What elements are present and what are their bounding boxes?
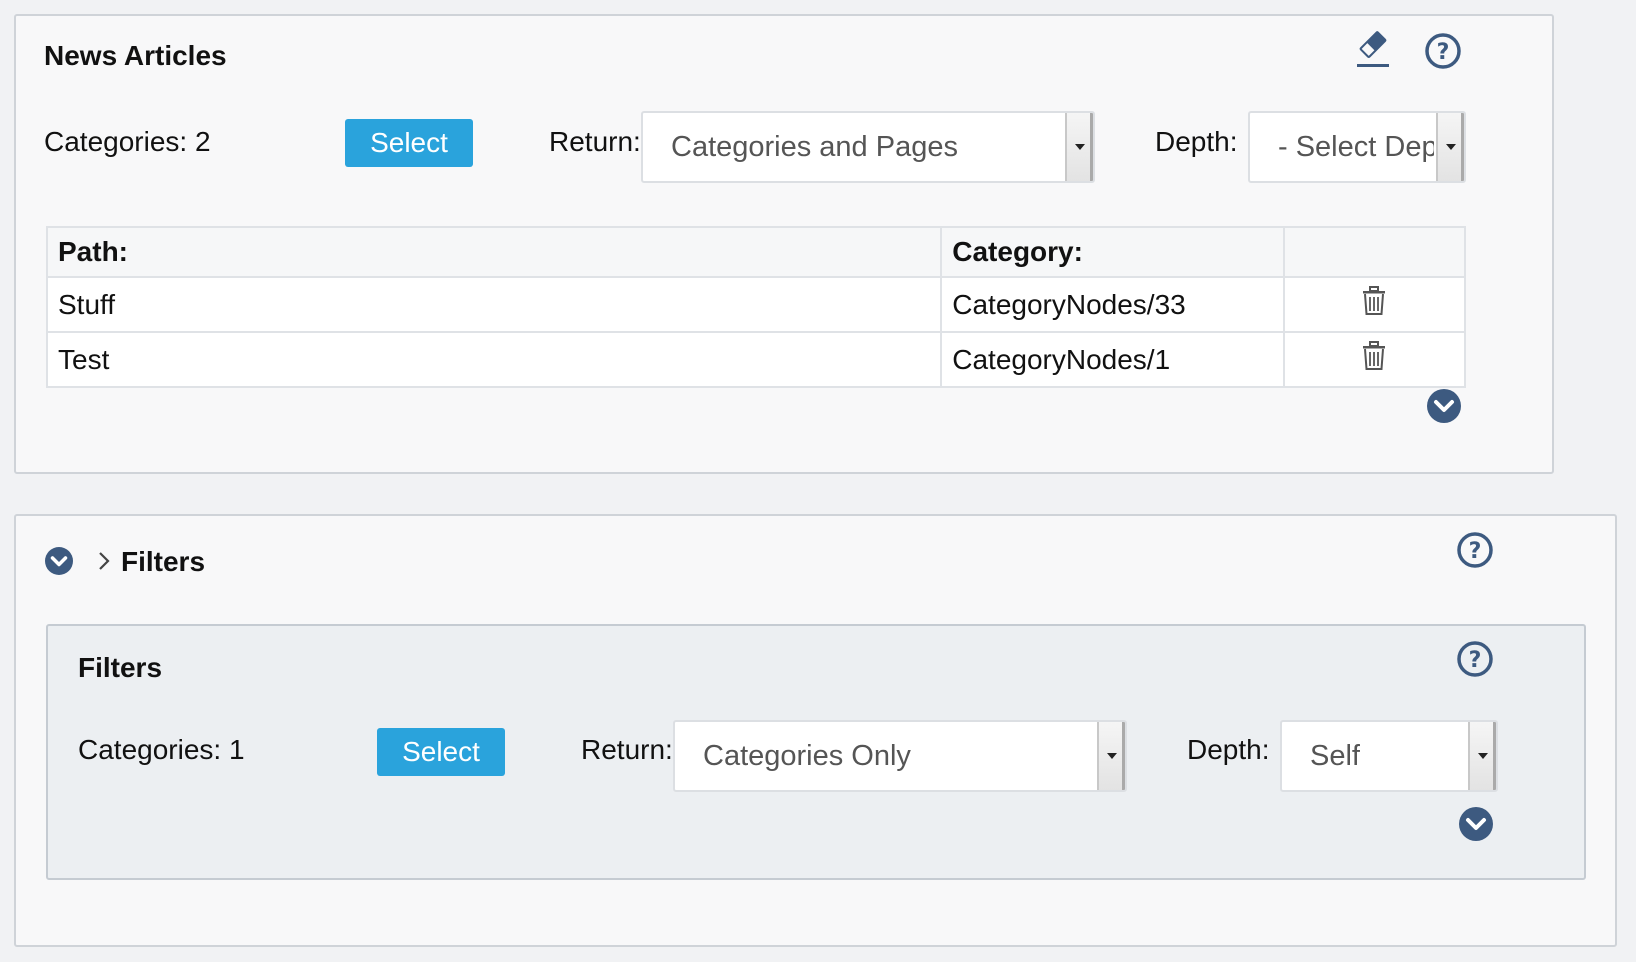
delete-cell [1282, 276, 1467, 333]
delete-cell [1282, 331, 1467, 388]
trash-icon[interactable] [1361, 286, 1387, 323]
depth-dropdown-value: - Select Depth - [1278, 130, 1434, 163]
help-icon[interactable]: ? [1424, 32, 1462, 70]
return-label: Return: [581, 734, 673, 765]
table-row: Test CategoryNodes/1 [45, 331, 1467, 388]
panel-title: News Articles [44, 40, 227, 71]
svg-text:?: ? [1469, 648, 1482, 673]
trash-icon[interactable] [1361, 341, 1387, 378]
caret-down-icon [1065, 113, 1093, 181]
news-articles-panel: News Articles ? Categories: 2 Select Ret… [14, 14, 1554, 474]
return-dropdown[interactable]: Categories and Pages [641, 111, 1095, 183]
caret-down-icon [1436, 113, 1464, 181]
return-label: Return: [549, 126, 641, 157]
collapse-chevron-icon[interactable] [44, 546, 74, 576]
eraser-icon[interactable] [1353, 30, 1393, 70]
return-dropdown-value: Categories Only [703, 739, 911, 772]
filters-panel: Filters ? Filters ? Categories: 1 Select… [14, 514, 1617, 947]
expand-chevron-icon[interactable] [1458, 806, 1494, 842]
cell-category: CategoryNodes/1 [940, 331, 1285, 388]
select-categories-button[interactable]: Select [377, 728, 505, 776]
table-header-row: Path: Category: [45, 226, 1467, 278]
svg-text:?: ? [1437, 40, 1450, 65]
select-categories-button[interactable]: Select [345, 119, 473, 167]
cell-path: Stuff [45, 276, 943, 333]
categories-count: Categories: 2 [44, 126, 211, 157]
caret-down-icon [1468, 722, 1496, 790]
column-header-path: Path: [45, 226, 943, 278]
column-header-actions [1282, 226, 1467, 278]
cell-category: CategoryNodes/33 [940, 276, 1285, 333]
cell-path: Test [45, 331, 943, 388]
depth-dropdown[interactable]: Self [1280, 720, 1498, 792]
help-icon[interactable]: ? [1456, 640, 1494, 678]
chevron-right-icon [96, 550, 112, 572]
depth-dropdown[interactable]: - Select Depth - [1248, 111, 1466, 183]
categories-table: Path: Category: Stuff CategoryNodes/33 T… [45, 226, 1467, 388]
table-row: Stuff CategoryNodes/33 [45, 276, 1467, 333]
categories-count: Categories: 1 [78, 734, 245, 765]
depth-label: Depth: [1155, 126, 1238, 157]
svg-text:?: ? [1469, 539, 1482, 564]
column-header-category: Category: [940, 226, 1285, 278]
expand-chevron-icon[interactable] [1426, 388, 1462, 424]
panel-title: Filters [78, 652, 163, 683]
depth-dropdown-value: Self [1310, 739, 1360, 772]
inner-filters-panel: Filters ? Categories: 1 Select Return: C… [46, 624, 1586, 880]
return-dropdown[interactable]: Categories Only [673, 720, 1127, 792]
depth-label: Depth: [1187, 734, 1270, 765]
section-title: Filters [121, 546, 206, 577]
return-dropdown-value: Categories and Pages [671, 130, 958, 163]
caret-down-icon [1097, 722, 1125, 790]
help-icon[interactable]: ? [1456, 531, 1494, 569]
